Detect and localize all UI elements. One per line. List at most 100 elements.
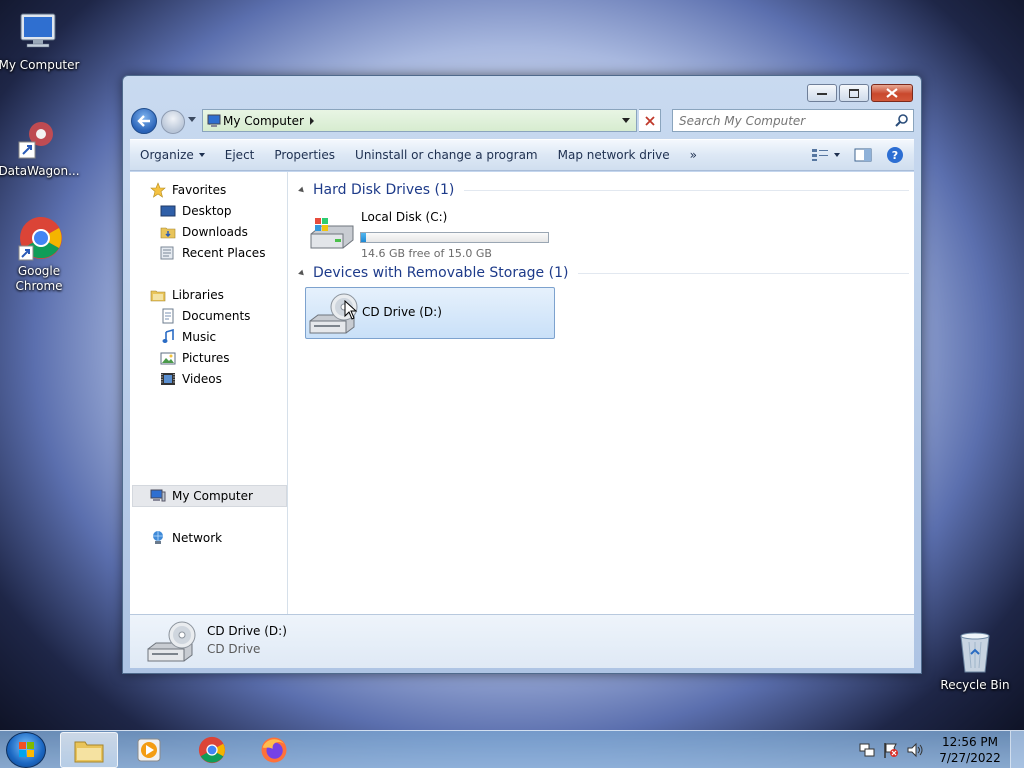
firefox-icon	[261, 737, 287, 763]
details-item-type: CD Drive	[207, 642, 261, 656]
nav-item-recent-places[interactable]: Recent Places	[160, 245, 265, 261]
recent-pages-dropdown[interactable]	[188, 117, 196, 122]
nav-item-pictures[interactable]: Pictures	[160, 350, 230, 366]
datawagon-icon	[15, 114, 63, 162]
uninstall-program-button[interactable]: Uninstall or change a program	[345, 140, 548, 170]
nav-item-documents[interactable]: Documents	[160, 308, 250, 324]
breadcrumb-my-computer[interactable]: My Computer	[223, 114, 304, 128]
nav-item-videos[interactable]: Videos	[160, 371, 222, 387]
show-desktop-button[interactable]	[1010, 731, 1024, 768]
properties-label: Properties	[274, 148, 336, 162]
documents-icon	[162, 308, 174, 324]
svg-text:?: ?	[892, 149, 898, 162]
address-clear-button[interactable]	[639, 109, 661, 132]
computer-icon	[15, 8, 63, 56]
details-pane: CD Drive (D:) CD Drive	[130, 614, 914, 668]
close-button[interactable]	[871, 84, 913, 102]
desktop-icon-label: My Computer	[0, 58, 80, 72]
eject-label: Eject	[224, 148, 255, 162]
desktop-icon-google-chrome[interactable]: Google Chrome	[0, 214, 81, 294]
desktop-icon-label: DataWagon...	[0, 164, 80, 178]
chevron-down-icon	[198, 153, 205, 157]
downloads-folder-icon	[160, 227, 176, 239]
taskbar-app-media-player[interactable]	[120, 732, 178, 768]
nav-item-downloads[interactable]: Downloads	[160, 224, 248, 240]
desktop-icon-datawagon[interactable]: DataWagon...	[0, 114, 81, 179]
desktop-icon-my-computer[interactable]: My Computer	[0, 8, 81, 73]
search-input[interactable]	[679, 111, 889, 131]
disk-usage-bar	[360, 232, 549, 243]
pictures-icon	[160, 352, 176, 365]
desktop-icon	[160, 205, 176, 217]
disk-usage-fill	[361, 233, 367, 242]
taskbar-app-chrome[interactable]	[183, 732, 241, 768]
minimize-button[interactable]	[807, 84, 837, 102]
nav-label: Desktop	[182, 204, 232, 218]
close-icon	[644, 115, 655, 126]
desktop-icon-label: Google Chrome	[15, 264, 63, 293]
windows-logo-icon	[19, 742, 34, 757]
uninstall-label: Uninstall or change a program	[355, 148, 538, 162]
clock[interactable]: 12:56 PM 7/27/2022	[930, 734, 1010, 766]
map-network-drive-button[interactable]: Map network drive	[548, 140, 680, 170]
group-divider	[464, 189, 909, 191]
properties-button[interactable]: Properties	[264, 140, 345, 170]
forward-button[interactable]	[161, 110, 185, 134]
clock-date: 7/27/2022	[939, 751, 1001, 765]
group-header-hard-disk-drives[interactable]: Hard Disk Drives (1)	[298, 182, 909, 198]
collapse-triangle-icon	[298, 269, 306, 277]
system-tray: 12:56 PM 7/27/2022	[858, 731, 1024, 768]
recycle-bin-icon	[951, 628, 999, 676]
taskbar-app-firefox[interactable]	[245, 732, 303, 768]
group-label: Devices with Removable Storage (1)	[313, 265, 569, 281]
eject-button[interactable]: Eject	[215, 140, 265, 170]
navigation-pane: Favorites Desktop Downloads Recent Place…	[130, 172, 288, 614]
more-commands-button[interactable]: »	[680, 140, 707, 170]
videos-icon	[161, 373, 175, 385]
minimize-icon	[817, 93, 827, 95]
desktop-icon-recycle-bin[interactable]: Recycle Bin	[933, 628, 1017, 693]
nav-item-my-computer[interactable]: My Computer	[132, 485, 287, 507]
content-view: Hard Disk Drives (1) Local Disk (C:) 14.…	[289, 172, 914, 614]
search-box[interactable]	[672, 109, 914, 132]
taskbar: 12:56 PM 7/27/2022	[0, 730, 1024, 768]
nav-item-desktop[interactable]: Desktop	[160, 203, 232, 219]
media-player-icon	[137, 738, 161, 762]
folder-icon	[74, 741, 104, 763]
maximize-button[interactable]	[839, 84, 869, 102]
nav-label: Network	[172, 531, 223, 545]
chrome-icon	[15, 214, 63, 262]
group-header-removable-storage[interactable]: Devices with Removable Storage (1)	[298, 265, 909, 281]
drive-item-cd-drive-d[interactable]: CD Drive (D:)	[305, 287, 555, 339]
nav-item-libraries[interactable]: Libraries	[150, 287, 224, 303]
start-button[interactable]	[6, 732, 46, 768]
nav-item-network[interactable]: Network	[150, 530, 222, 546]
nav-label: Favorites	[172, 183, 227, 197]
nav-label: Documents	[182, 309, 251, 323]
taskbar-app-explorer[interactable]	[60, 732, 118, 768]
organize-button[interactable]: Organize	[130, 140, 215, 170]
action-center-flag-icon[interactable]	[882, 741, 900, 759]
nav-label: Pictures	[182, 351, 230, 365]
nav-item-music[interactable]: Music	[160, 329, 216, 345]
drive-item-local-disk-c[interactable]: Local Disk (C:) 14.6 GB free of 15.0 GB	[305, 206, 555, 260]
address-bar[interactable]: My Computer	[202, 109, 637, 132]
breadcrumb-separator[interactable]	[309, 116, 314, 125]
details-item-name: CD Drive (D:)	[207, 624, 287, 638]
change-view-button[interactable]	[805, 140, 846, 170]
help-button[interactable]: ?	[880, 140, 914, 170]
help-icon: ?	[887, 147, 903, 163]
main-pane-area: Favorites Desktop Downloads Recent Place…	[130, 172, 914, 614]
back-button[interactable]	[131, 108, 157, 134]
preview-pane-button[interactable]	[846, 140, 880, 170]
nav-item-favorites[interactable]: Favorites	[150, 182, 226, 198]
nav-label: My Computer	[172, 489, 253, 503]
navigation-bar: My Computer	[131, 108, 914, 134]
clock-time: 12:56 PM	[942, 735, 998, 749]
computer-icon	[150, 489, 166, 502]
address-dropdown-arrow[interactable]	[622, 118, 630, 123]
computer-icon	[207, 114, 221, 127]
network-tray-icon[interactable]	[858, 741, 876, 759]
volume-icon[interactable]	[906, 741, 924, 759]
desktop-icon-label: Recycle Bin	[940, 678, 1010, 692]
